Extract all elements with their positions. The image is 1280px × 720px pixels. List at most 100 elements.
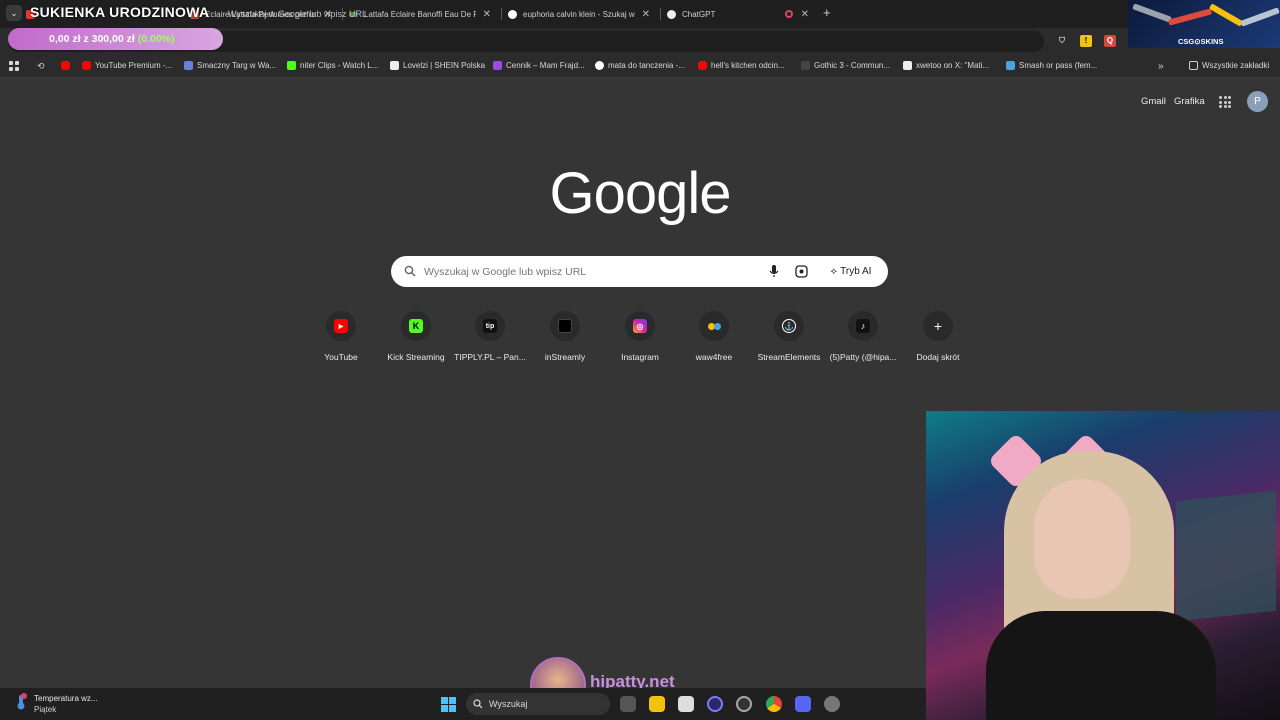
- close-icon[interactable]: ✕: [483, 9, 491, 20]
- all-bookmarks-folder[interactable]: Wszystkie zakładki: [1189, 61, 1269, 70]
- goal-percent: (0.00%): [137, 33, 175, 45]
- gmail-link[interactable]: Gmail: [1141, 96, 1166, 107]
- tab-separator: [660, 8, 661, 20]
- bookmark-item[interactable]: hell's kitchen odcin...: [698, 61, 785, 70]
- settings-gear-icon[interactable]: [824, 696, 840, 712]
- chrome-icon[interactable]: [766, 696, 782, 712]
- waw4free-icon: [707, 319, 721, 333]
- chatgpt-icon: [667, 9, 676, 19]
- bookmark-label: Lovelzi | SHEIN Polska: [403, 61, 486, 70]
- bookmark-item[interactable]: xwetoo on X: "Mati...: [903, 61, 989, 70]
- microphone-icon[interactable]: [768, 264, 780, 278]
- goal-target: 300,00 zł: [91, 33, 135, 45]
- recording-icon: [785, 10, 793, 18]
- tipply-icon: tip: [483, 319, 497, 333]
- store-icon[interactable]: [678, 696, 694, 712]
- kick-icon: K: [409, 319, 423, 333]
- shortcut-waw4free[interactable]: waw4free: [677, 311, 751, 362]
- taskbar-search-label: Wyszukaj: [489, 699, 528, 709]
- shortcut-label: TIPPLY.PL – Pan...: [454, 352, 526, 362]
- search-icon: [473, 699, 483, 709]
- shortcut-youtube[interactable]: ▶ YouTube: [304, 311, 378, 362]
- shortcut-label: StreamElements: [757, 352, 821, 362]
- tab-lattafa-banoffi[interactable]: Lattafa Eclaire Banoffi Eau De P ✕: [349, 0, 499, 28]
- bookmark-youtube[interactable]: [61, 61, 74, 70]
- app-icon[interactable]: [707, 696, 723, 712]
- kick-icon: [287, 61, 296, 70]
- file-explorer-icon[interactable]: [649, 696, 665, 712]
- tab-title: Lattafa Eclaire Banoffi Eau De P: [364, 9, 476, 19]
- taskbar-search[interactable]: [466, 693, 610, 715]
- close-icon[interactable]: ✕: [801, 9, 809, 20]
- shortcut-icon-circle: tip: [475, 311, 505, 341]
- shortcut-icon-circle: K: [401, 311, 431, 341]
- bookmark-label: Smash or pass (fem...: [1019, 61, 1098, 70]
- thermometer-icon[interactable]: [14, 693, 28, 711]
- bookmark-history-icon[interactable]: ⟲: [37, 61, 45, 72]
- shortcut-tiktok[interactable]: ♪ (5)Patty (@hipa...: [826, 311, 900, 362]
- shortcut-streamelements[interactable]: ⚓ StreamElements: [752, 311, 826, 362]
- task-view-icon[interactable]: [620, 696, 636, 712]
- tab-euphoria-search[interactable]: euphoria calvin klein - Szukaj w ✕: [508, 0, 658, 28]
- bookmark-item[interactable]: Smash or pass (fem...: [1006, 61, 1097, 70]
- shortcut-instreamly[interactable]: inStreamly: [528, 311, 602, 362]
- bookmark-favicon: [184, 61, 193, 70]
- shortcut-label: Dodaj skrót: [916, 352, 960, 362]
- youtube-icon: [61, 61, 70, 70]
- bookmark-item[interactable]: YouTube Premium -...: [82, 61, 172, 70]
- extension-icon[interactable]: !: [1080, 35, 1092, 47]
- address-bar-text[interactable]: Wyszukaj w Google lub wpisz URL: [228, 9, 367, 19]
- weather-day: Piątek: [34, 705, 57, 714]
- shein-icon: [390, 61, 399, 70]
- rifle-image: [1167, 8, 1213, 26]
- tab-title: euphoria calvin klein - Szukaj w: [523, 9, 635, 19]
- shortcut-add[interactable]: + Dodaj skrót: [901, 311, 975, 362]
- shortcut-instagram[interactable]: ◎ Instagram: [603, 311, 677, 362]
- google-lens-icon[interactable]: [795, 265, 808, 278]
- background-monitor: [1176, 490, 1276, 622]
- shortcut-icon-circle: ▶: [326, 311, 356, 341]
- bookmark-item[interactable]: Lovelzi | SHEIN Polska: [390, 61, 485, 70]
- bookmark-label: mata do tanczenia -...: [608, 61, 685, 70]
- shortcut-tipply[interactable]: tip TIPPLY.PL – Pan...: [453, 311, 527, 362]
- app-icon[interactable]: [736, 696, 752, 712]
- weather-title[interactable]: Temperatura wz...: [34, 694, 98, 703]
- goal-current: 0,00 zł: [49, 33, 81, 45]
- bookmark-item[interactable]: niter Clips - Watch L...: [287, 61, 378, 70]
- avatar[interactable]: P: [1247, 91, 1268, 112]
- shortcut-label: Kick Streaming: [387, 352, 445, 362]
- shortcut-icon-circle: ◎: [625, 311, 655, 341]
- windows-start-icon[interactable]: [441, 697, 456, 712]
- streamer-face: [1034, 479, 1130, 599]
- bookmark-favicon: [1006, 61, 1015, 70]
- ai-mode-button[interactable]: ⟡ Tryb AI: [820, 260, 882, 283]
- ai-mode-label: Tryb AI: [840, 266, 872, 277]
- bookmark-label: YouTube Premium -...: [95, 61, 173, 70]
- tiktok-icon: ♪: [856, 319, 870, 333]
- search-input[interactable]: [424, 266, 754, 278]
- bookmark-item[interactable]: Gothic 3 - Commun...: [801, 61, 890, 70]
- youtube-icon: [698, 61, 707, 70]
- chevron-right-icon[interactable]: »: [1158, 61, 1164, 72]
- bookmark-item[interactable]: Smaczny Targ w Wa...: [184, 61, 276, 70]
- google-apps-icon[interactable]: [1219, 96, 1231, 108]
- discord-icon[interactable]: [795, 696, 811, 712]
- shortcut-icon-circle: ♪: [848, 311, 878, 341]
- close-icon[interactable]: ✕: [642, 9, 650, 20]
- extension-icon[interactable]: Q: [1104, 35, 1116, 47]
- goal-separator: z: [83, 33, 89, 45]
- tab-search-button[interactable]: ⌄: [6, 5, 22, 21]
- plus-icon: +: [933, 318, 943, 334]
- images-link[interactable]: Grafika: [1174, 96, 1205, 107]
- new-tab-button[interactable]: +: [823, 5, 831, 20]
- bookmark-label: niter Clips - Watch L...: [300, 61, 379, 70]
- bookmark-item[interactable]: Cennik – Mam Frajd...: [493, 61, 585, 70]
- tab-chatgpt[interactable]: ChatGPT ✕: [667, 0, 817, 28]
- shortcut-icon-circle: [699, 311, 729, 341]
- bookmark-item[interactable]: mata do tanczenia -...: [595, 61, 685, 70]
- rifle-image: [1240, 7, 1280, 27]
- apps-grid-icon[interactable]: [9, 61, 19, 71]
- extension-icon[interactable]: ⛉: [1056, 35, 1068, 47]
- search-icon: [404, 265, 416, 277]
- shortcut-kick[interactable]: K Kick Streaming: [379, 311, 453, 362]
